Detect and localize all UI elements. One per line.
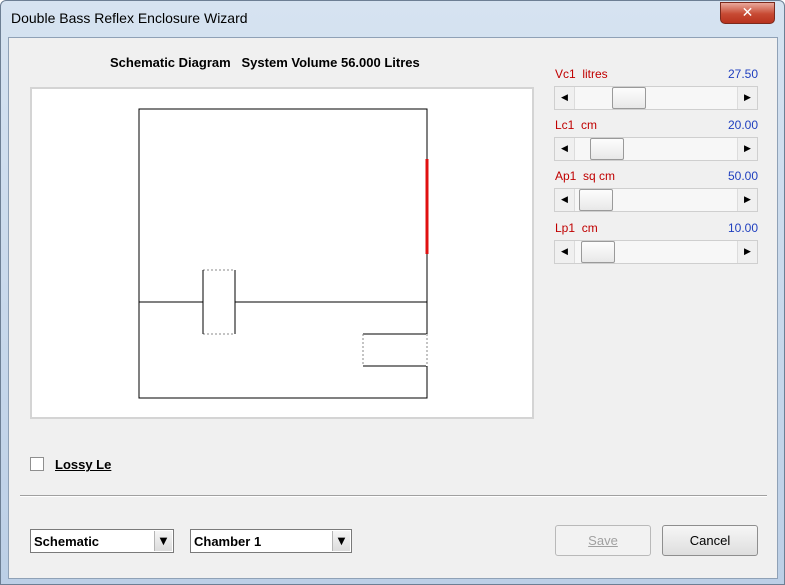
scroll-thumb[interactable]	[612, 87, 646, 109]
view-select-value: Schematic	[34, 534, 100, 549]
param-lc1-scrollbar[interactable]: ◀ ▶	[554, 137, 758, 161]
param-lp1: Lp1 cm 10.00 ◀ ▶	[554, 221, 758, 267]
scroll-thumb[interactable]	[581, 241, 615, 263]
close-button[interactable]: ✕	[720, 2, 775, 24]
chevron-right-icon[interactable]: ▶	[737, 241, 757, 263]
chevron-left-icon[interactable]: ◀	[555, 241, 575, 263]
separator	[20, 495, 767, 497]
scroll-track[interactable]	[575, 87, 737, 109]
param-lc1-value: 20.00	[727, 118, 758, 132]
save-button-label: Save	[588, 533, 618, 548]
scroll-thumb[interactable]	[590, 138, 624, 160]
chamber-select-value: Chamber 1	[194, 534, 262, 549]
chevron-left-icon[interactable]: ◀	[555, 138, 575, 160]
chevron-right-icon[interactable]: ▶	[737, 87, 757, 109]
scroll-track[interactable]	[575, 138, 737, 160]
param-vc1-label: Vc1 litres	[555, 67, 608, 81]
cancel-button[interactable]: Cancel	[662, 525, 758, 556]
title-bar[interactable]: Double Bass Reflex Enclosure Wizard ✕	[1, 1, 784, 37]
param-ap1-scrollbar[interactable]: ◀ ▶	[554, 188, 758, 212]
chevron-right-icon[interactable]: ▶	[737, 138, 757, 160]
close-icon: ✕	[741, 5, 754, 21]
cancel-button-label: Cancel	[689, 533, 731, 548]
lossy-le-label[interactable]: Lossy Le	[55, 457, 111, 472]
param-lc1-label: Lc1 cm	[555, 118, 598, 132]
param-vc1-scrollbar[interactable]: ◀ ▶	[554, 86, 758, 110]
scroll-thumb[interactable]	[579, 189, 613, 211]
param-ap1-value: 50.00	[727, 169, 758, 183]
param-lp1-scrollbar[interactable]: ◀ ▶	[554, 240, 758, 264]
chevron-right-icon[interactable]: ▶	[737, 189, 757, 211]
scroll-track[interactable]	[575, 241, 737, 263]
lossy-le-checkbox[interactable]	[30, 457, 44, 471]
param-lp1-value: 10.00	[727, 221, 758, 235]
diagram-heading: Schematic Diagram System Volume 56.000 L…	[110, 55, 420, 70]
param-ap1: Ap1 sq cm 50.00 ◀ ▶	[554, 169, 758, 215]
dialog-window: Double Bass Reflex Enclosure Wizard ✕ Sc…	[0, 0, 785, 585]
chamber-select[interactable]: Chamber 1 ▼	[190, 529, 352, 553]
param-lc1: Lc1 cm 20.00 ◀ ▶	[554, 118, 758, 164]
schematic-diagram-panel	[30, 87, 534, 419]
chevron-down-icon[interactable]: ▼	[154, 531, 172, 551]
param-lp1-label: Lp1 cm	[555, 221, 598, 235]
view-select[interactable]: Schematic ▼	[30, 529, 174, 553]
chevron-left-icon[interactable]: ◀	[555, 189, 575, 211]
dialog-client-area: Schematic Diagram System Volume 56.000 L…	[8, 37, 778, 579]
chevron-down-icon[interactable]: ▼	[332, 531, 350, 551]
param-ap1-label: Ap1 sq cm	[555, 169, 616, 183]
schematic-diagram	[138, 108, 429, 399]
param-vc1: Vc1 litres 27.50 ◀ ▶	[554, 67, 758, 113]
chevron-left-icon[interactable]: ◀	[555, 87, 575, 109]
param-vc1-value: 27.50	[727, 67, 758, 81]
window-title: Double Bass Reflex Enclosure Wizard	[11, 10, 248, 26]
scroll-track[interactable]	[575, 189, 737, 211]
save-button[interactable]: Save	[555, 525, 651, 556]
enclosure-outline	[138, 108, 428, 399]
